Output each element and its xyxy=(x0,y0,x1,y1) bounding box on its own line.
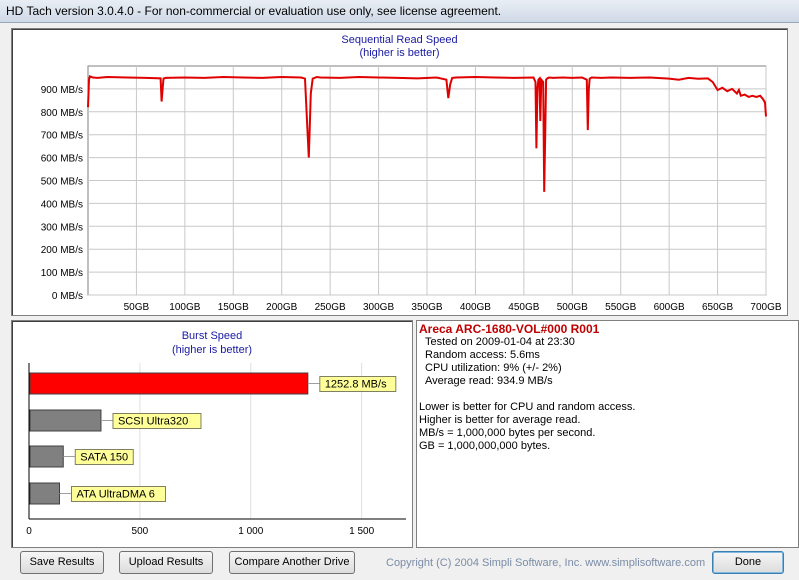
y-tick-label: 400 MB/s xyxy=(41,199,83,210)
note-lower-better: Lower is better for CPU and random acces… xyxy=(419,401,636,413)
burst-chart-panel: Burst Speed (higher is better) 0 500 1 000… xyxy=(11,320,413,548)
burst-bar xyxy=(29,372,309,395)
y-tick-label: 800 MB/s xyxy=(41,108,83,119)
test-date: Tested on 2009-01-04 at 23:30 xyxy=(425,336,575,348)
x-tick-label: 600GB xyxy=(654,302,685,313)
x-tick-label: 450GB xyxy=(508,302,539,313)
random-access: Random access: 5.6ms xyxy=(425,349,540,361)
average-read: Average read: 934.9 MB/s xyxy=(425,375,553,387)
x-tick-label: 150GB xyxy=(218,302,249,313)
y-tick-label: 200 MB/s xyxy=(41,245,83,256)
burst-x-tick-label: 0 xyxy=(26,526,32,537)
save-results-button[interactable]: Save Results xyxy=(20,551,104,574)
note-higher-better: Higher is better for average read. xyxy=(419,414,581,426)
burst-bar xyxy=(29,482,60,505)
y-tick-label: 600 MB/s xyxy=(41,154,83,165)
y-tick-label: 0 MB/s xyxy=(52,291,83,302)
burst-bar xyxy=(29,445,64,468)
burst-value-label: ATA UltraDMA 6 xyxy=(76,489,154,501)
x-tick-label: 650GB xyxy=(702,302,733,313)
y-tick-label: 300 MB/s xyxy=(41,222,83,233)
x-tick-label: 100GB xyxy=(169,302,200,313)
x-tick-label: 350GB xyxy=(411,302,442,313)
read-chart: 0 MB/s 100 MB/s 200 MB/s 300 MB/s 400 MB/s 50… xyxy=(41,65,782,313)
x-tick-label: 50GB xyxy=(124,302,150,313)
x-tick-label: 250GB xyxy=(315,302,346,313)
drive-info-panel: Areca ARC-1680-VOL#000 R001 Tested on 20… xyxy=(416,320,799,548)
done-button[interactable]: Done xyxy=(712,551,784,574)
y-tick-label: 700 MB/s xyxy=(41,131,83,142)
note-gb-definition: GB = 1,000,000,000 bytes. xyxy=(419,440,551,452)
y-tick-label: 900 MB/s xyxy=(41,85,83,96)
burst-value-label: SCSI Ultra320 xyxy=(118,416,188,428)
burst-bar xyxy=(29,409,102,432)
window-title: HD Tach version 3.0.4.0 - For non-commer… xyxy=(6,4,502,18)
x-tick-label: 700GB xyxy=(750,302,781,313)
y-tick-label: 500 MB/s xyxy=(41,177,83,188)
read-chart-panel: Sequential Read Speed (higher is better)… xyxy=(11,28,788,316)
cpu-utilization: CPU utilization: 9% (+/- 2%) xyxy=(425,362,562,374)
note-mbs-definition: MB/s = 1,000,000 bytes per second. xyxy=(419,427,596,439)
x-tick-label: 500GB xyxy=(557,302,588,313)
burst-value-label: SATA 150 xyxy=(80,452,128,464)
drive-name: Areca ARC-1680-VOL#000 R001 xyxy=(419,322,600,336)
burst-x-tick-label: 1 000 xyxy=(238,526,263,537)
title-bar: HD Tach version 3.0.4.0 - For non-commer… xyxy=(0,0,799,23)
burst-x-tick-label: 500 xyxy=(132,526,149,537)
x-tick-label: 300GB xyxy=(363,302,394,313)
y-tick-label: 100 MB/s xyxy=(41,268,83,279)
burst-chart: 0 500 1 000 1 500 1252.8 MB/s SCSI Ultra320 SA… xyxy=(26,363,406,537)
x-tick-label: 200GB xyxy=(266,302,297,313)
copyright-text: Copyright (C) 2004 Simpli Software, Inc.… xyxy=(386,557,706,569)
burst-x-tick-label: 1 500 xyxy=(349,526,374,537)
upload-results-button[interactable]: Upload Results xyxy=(119,551,213,574)
x-tick-label: 400GB xyxy=(460,302,491,313)
x-tick-label: 550GB xyxy=(605,302,636,313)
burst-value-label: 1252.8 MB/s xyxy=(325,379,387,391)
compare-drive-button[interactable]: Compare Another Drive xyxy=(229,551,355,574)
